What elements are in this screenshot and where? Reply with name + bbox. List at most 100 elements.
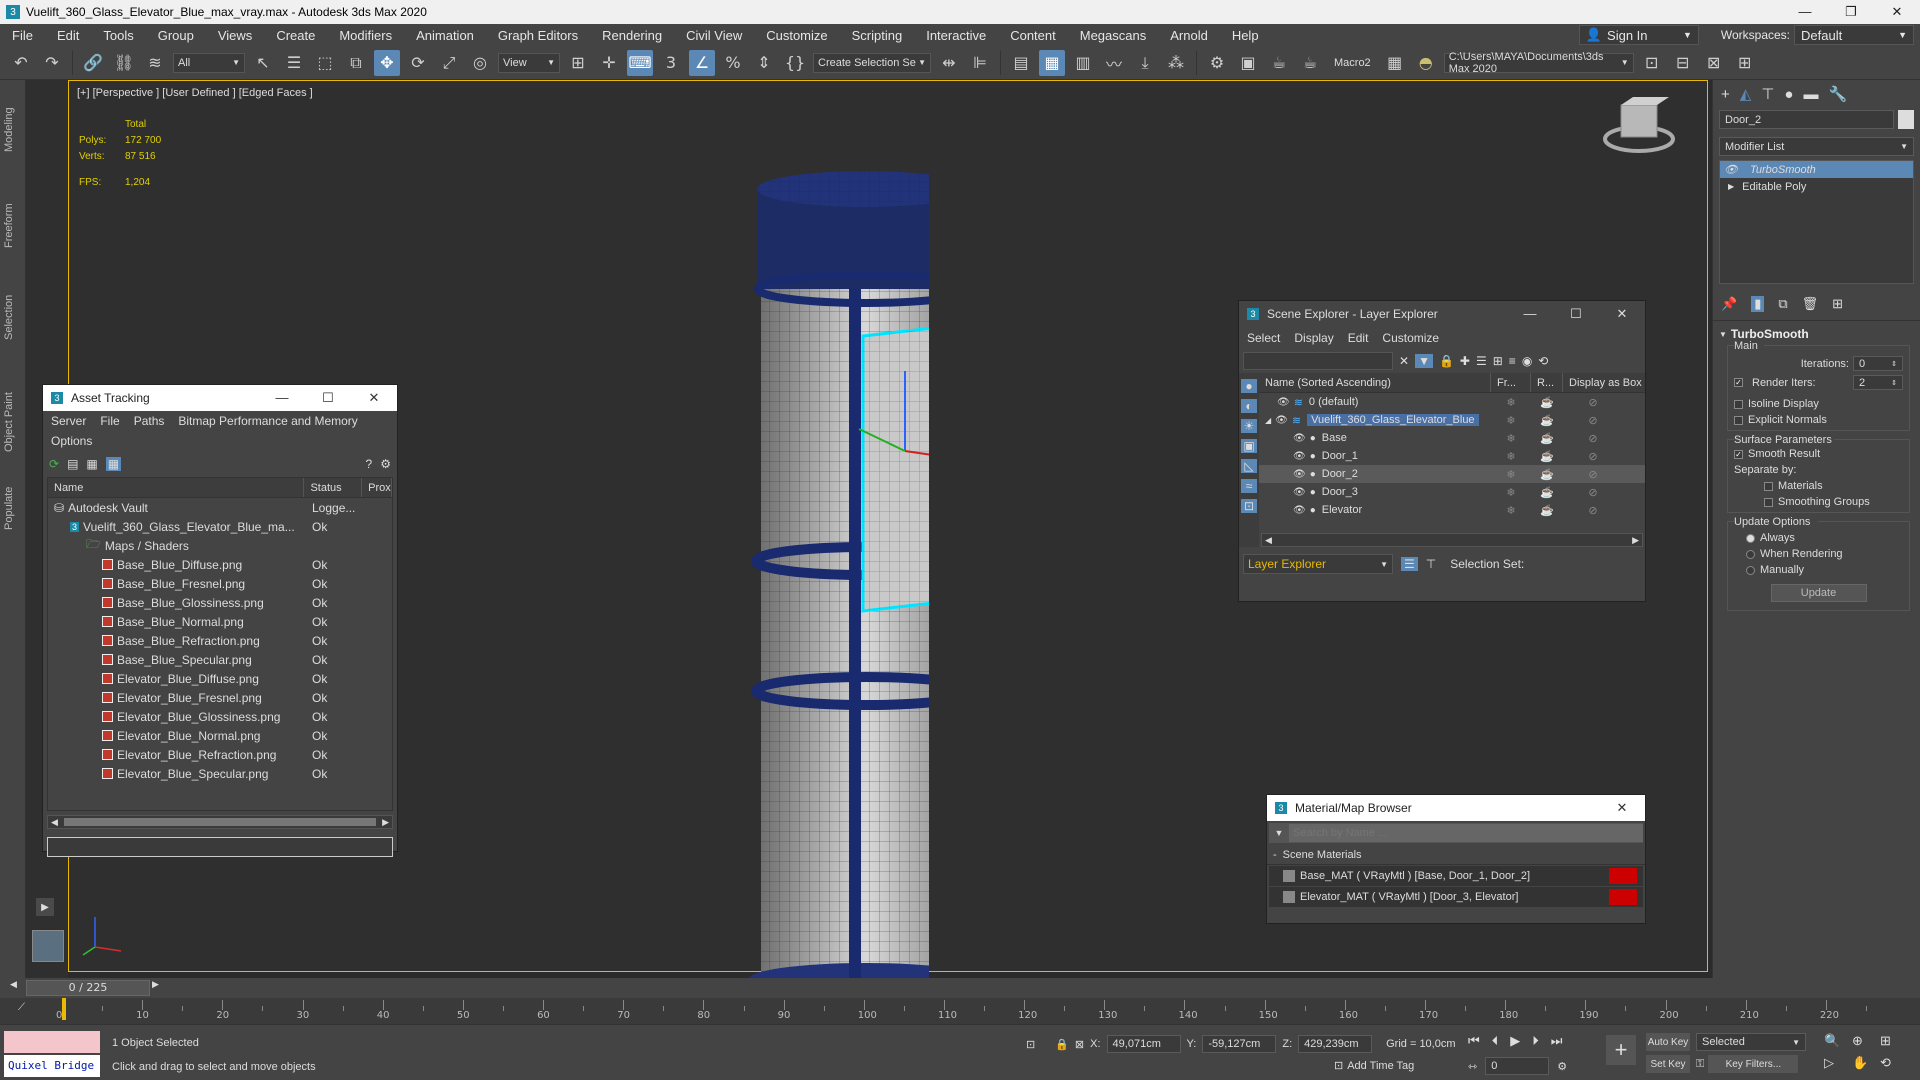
previous-frame-icon[interactable]: ⏴ bbox=[1492, 1033, 1499, 1049]
link-icon[interactable]: 🔗 bbox=[80, 50, 106, 76]
go-to-end-icon[interactable]: ⏭ bbox=[1551, 1033, 1563, 1049]
set-key-big-icon[interactable]: + bbox=[1606, 1035, 1636, 1065]
object-color-swatch[interactable] bbox=[1898, 110, 1914, 129]
pan-icon[interactable]: ✋ bbox=[1852, 1055, 1880, 1071]
rect-selection-icon[interactable]: ⬚ bbox=[312, 50, 338, 76]
menu-select[interactable]: Select bbox=[1247, 331, 1280, 345]
curve-editor-mini-icon[interactable]: ⟋ bbox=[18, 1002, 25, 1013]
material-browser-titlebar[interactable]: 3 Material/Map Browser ✕ bbox=[1267, 795, 1645, 821]
freeze-icon[interactable]: ❄ bbox=[1491, 396, 1531, 409]
menu-megascans[interactable]: Megascans bbox=[1068, 28, 1158, 43]
render-iters-checkbox[interactable]: ✓ bbox=[1734, 378, 1743, 387]
utilities-tab-icon[interactable]: 🔧 bbox=[1828, 85, 1847, 103]
stack-item-editable-poly[interactable]: ▶ Editable Poly bbox=[1720, 178, 1913, 195]
materials-checkbox[interactable] bbox=[1764, 481, 1773, 491]
chevron-down-icon[interactable]: ▼ bbox=[1269, 828, 1289, 838]
toggle-scene-explorer-icon[interactable]: ▤ bbox=[1008, 50, 1034, 76]
percent-snap-icon[interactable]: % bbox=[720, 50, 746, 76]
macro-label[interactable]: Macro2 bbox=[1334, 57, 1371, 69]
current-frame-marker[interactable] bbox=[62, 998, 66, 1020]
menu-edit[interactable]: Edit bbox=[45, 28, 91, 43]
viewcube-icon[interactable] bbox=[1603, 95, 1675, 155]
eye-icon[interactable]: 👁 bbox=[1724, 163, 1738, 176]
menu-views[interactable]: Views bbox=[206, 28, 264, 43]
eye-icon[interactable]: 👁 bbox=[1293, 505, 1306, 516]
selection-lock-icon[interactable]: 🔒 bbox=[1055, 1038, 1069, 1051]
minimize-button[interactable]: — bbox=[1782, 4, 1828, 20]
layer-row[interactable]: 👁 ● Door_2 ❄ ☕ ⊘ bbox=[1259, 465, 1645, 483]
stack-icon[interactable]: ≡ bbox=[1509, 354, 1516, 368]
display-as-box-icon[interactable]: ⊘ bbox=[1563, 468, 1623, 481]
renderable-icon[interactable]: ☕ bbox=[1531, 396, 1563, 409]
zoom-icon[interactable]: 🔍 bbox=[1824, 1033, 1852, 1049]
scene-search-input[interactable] bbox=[1243, 352, 1393, 370]
display-spacewarps-icon[interactable]: ≈ bbox=[1241, 479, 1257, 493]
menu-group[interactable]: Group bbox=[146, 28, 206, 43]
mirror-icon[interactable]: ⇹ bbox=[936, 50, 962, 76]
asset-tracking-titlebar[interactable]: 3 Asset Tracking — ☐ ✕ bbox=[43, 385, 397, 411]
place-icon[interactable]: ◎ bbox=[467, 50, 493, 76]
smooth-result-checkbox[interactable]: ✓ bbox=[1734, 449, 1743, 459]
render-production-icon[interactable]: ☕ bbox=[1266, 50, 1292, 76]
x-coordinate-field[interactable]: 49,071cm bbox=[1106, 1035, 1181, 1053]
render-setup-icon[interactable]: ⚙ bbox=[1204, 50, 1230, 76]
menu-file[interactable]: File bbox=[100, 414, 119, 428]
sign-in-dropdown[interactable]: 👤 Sign In ▼ bbox=[1578, 25, 1699, 45]
maxscript-listener[interactable] bbox=[4, 1031, 100, 1053]
modify-tab-icon[interactable]: ◭ bbox=[1740, 85, 1752, 103]
menu-file[interactable]: File bbox=[0, 28, 45, 43]
current-frame-field[interactable]: 0 bbox=[1485, 1057, 1550, 1075]
maximize-button[interactable]: ☐ bbox=[1553, 306, 1599, 322]
track-bar[interactable]: ⟋ 0 10 20 30 40 50 60 70 80 90 100 110 120 130 140 150 1… bbox=[0, 998, 1920, 1024]
asset-row[interactable]: Base_Blue_Diffuse.png Ok bbox=[48, 555, 392, 574]
menu-interactive[interactable]: Interactive bbox=[914, 28, 998, 43]
col-frozen[interactable]: Fr... bbox=[1491, 373, 1531, 392]
scene-explorer-titlebar[interactable]: 3 Scene Explorer - Layer Explorer — ☐ ✕ bbox=[1239, 301, 1645, 327]
menu-server[interactable]: Server bbox=[51, 414, 86, 428]
z-coordinate-field[interactable]: 429,239cm bbox=[1298, 1035, 1373, 1053]
update-button[interactable]: Update bbox=[1770, 584, 1867, 602]
keyboard-shortcut-override-icon[interactable]: ⌨ bbox=[627, 49, 653, 76]
menu-create[interactable]: Create bbox=[264, 28, 327, 43]
layers-icon[interactable]: ☰ bbox=[1476, 354, 1487, 368]
rendered-frame-window-icon[interactable]: ▣ bbox=[1235, 50, 1261, 76]
project-path-dropdown[interactable]: C:\Users\MAYA\Documents\3ds Max 2020 ▼ bbox=[1443, 51, 1634, 75]
settings-icon[interactable]: ⚙ bbox=[380, 457, 391, 471]
asset-row[interactable]: Elevator_Blue_Diffuse.png Ok bbox=[48, 669, 392, 688]
display-shapes-icon[interactable]: ◐ bbox=[1241, 399, 1257, 413]
orbit-icon[interactable]: ⟲ bbox=[1880, 1055, 1908, 1071]
menu-paths[interactable]: Paths bbox=[134, 414, 165, 428]
freeze-icon[interactable]: ❄ bbox=[1491, 504, 1531, 517]
select-scale-icon[interactable]: ⤢ bbox=[436, 50, 462, 76]
modifier-list-dropdown[interactable]: Modifier List ▼ bbox=[1719, 137, 1914, 156]
motion-tab-icon[interactable]: ● bbox=[1784, 86, 1793, 103]
time-tag-icon[interactable]: ⊡ bbox=[1334, 1059, 1343, 1072]
display-as-box-icon[interactable]: ⊘ bbox=[1563, 414, 1623, 427]
close-button[interactable]: ✕ bbox=[1874, 4, 1920, 20]
renderable-icon[interactable]: ☕ bbox=[1531, 450, 1563, 463]
asset-row[interactable]: Base_Blue_Glossiness.png Ok bbox=[48, 593, 392, 612]
schematic-view-icon[interactable]: ⤓ bbox=[1132, 50, 1158, 76]
horizontal-scrollbar[interactable]: ◀ ▶ bbox=[1261, 533, 1643, 547]
menu-content[interactable]: Content bbox=[998, 28, 1068, 43]
refresh-icon[interactable]: ⟳ bbox=[49, 457, 59, 471]
fov-icon[interactable]: ▷ bbox=[1824, 1055, 1852, 1071]
layer-row[interactable]: 👁 ≋ 0 (default) ❄ ☕ ⊘ bbox=[1259, 393, 1645, 411]
horizontal-scrollbar[interactable]: ◀ ▶ bbox=[47, 815, 393, 829]
col-render[interactable]: R... bbox=[1531, 373, 1563, 392]
key-filter-icon[interactable]: ⚿ bbox=[1696, 1058, 1704, 1071]
named-selection-icon[interactable]: {} bbox=[782, 50, 808, 76]
display-groups-icon[interactable]: ⊡ bbox=[1241, 499, 1257, 513]
grid-view-icon[interactable]: ▦ bbox=[105, 457, 122, 471]
close-button[interactable]: ✕ bbox=[1599, 800, 1645, 816]
menu-edit[interactable]: Edit bbox=[1348, 331, 1369, 345]
display-as-box-icon[interactable]: ⊘ bbox=[1563, 504, 1623, 517]
hierarchy-tab-icon[interactable]: ⊤ bbox=[1761, 85, 1774, 103]
time-config-icon[interactable]: ⚙ bbox=[1557, 1060, 1567, 1073]
col-status[interactable]: Status bbox=[304, 478, 363, 497]
create-tab-icon[interactable]: + bbox=[1721, 86, 1730, 103]
time-slider-thumb[interactable]: 0 / 225 bbox=[26, 980, 150, 996]
hierarchy-toggle-icon[interactable]: ⊤ bbox=[1426, 557, 1436, 571]
align-icon[interactable]: ⊫ bbox=[967, 50, 993, 76]
freeze-icon[interactable]: ❄ bbox=[1491, 486, 1531, 499]
